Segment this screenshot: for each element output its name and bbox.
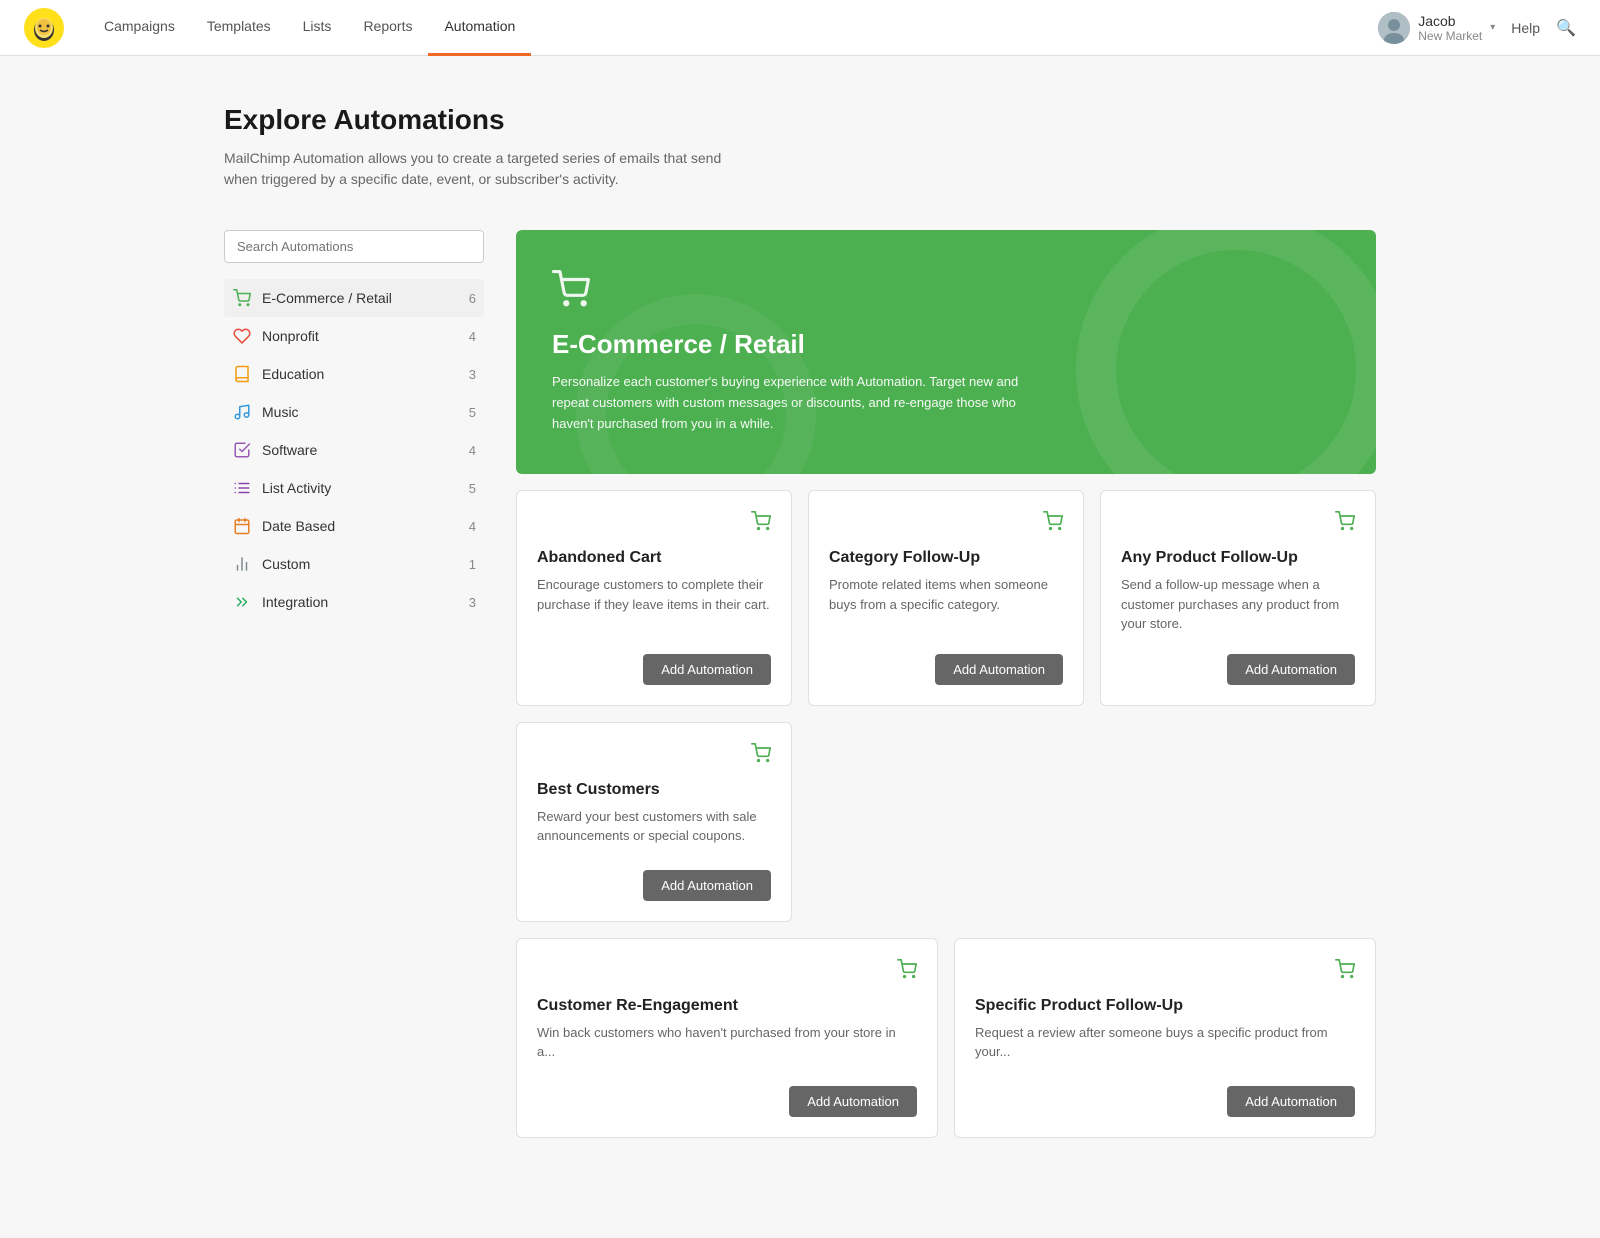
card-cart-icon-5 — [1335, 959, 1355, 985]
username: Jacob — [1418, 13, 1482, 29]
search-icon[interactable]: 🔍 — [1556, 18, 1576, 38]
add-btn-reengagement[interactable]: Add Automation — [789, 1086, 917, 1117]
card-specific-product: Specific Product Follow-Up Request a rev… — [954, 938, 1376, 1138]
card-any-product-followup: Any Product Follow-Up Send a follow-up m… — [1100, 490, 1376, 706]
sidebar-label-education: Education — [262, 366, 469, 382]
hero-title: E-Commerce / Retail — [552, 329, 1340, 360]
page-description: MailChimp Automation allows you to creat… — [224, 148, 744, 190]
add-btn-abandoned-cart[interactable]: Add Automation — [643, 654, 771, 685]
card-desc-best-customers: Reward your best customers with sale ann… — [537, 807, 771, 850]
card-title-1: Category Follow-Up — [829, 549, 1063, 567]
help-link[interactable]: Help — [1511, 20, 1540, 36]
card-desc-0: Encourage customers to complete their pu… — [537, 575, 771, 634]
sidebar-item-list-activity[interactable]: List Activity 5 — [224, 469, 484, 507]
sidebar-item-integration[interactable]: Integration 3 — [224, 583, 484, 621]
nav-automation[interactable]: Automation — [428, 0, 531, 56]
card-title-best-customers: Best Customers — [537, 781, 771, 799]
add-btn-any-product[interactable]: Add Automation — [1227, 654, 1355, 685]
card-cart-icon-2 — [1335, 511, 1355, 537]
cards-area: E-Commerce / Retail Personalize each cus… — [516, 230, 1376, 1138]
hero-description: Personalize each customer's buying exper… — [552, 372, 1032, 434]
sidebar-count-education: 3 — [469, 367, 476, 382]
sidebar-item-date-based[interactable]: Date Based 4 — [224, 507, 484, 545]
card-customer-reengagement: Customer Re-Engagement Win back customer… — [516, 938, 938, 1138]
cards-grid-row1: Abandoned Cart Encourage customers to co… — [516, 490, 1376, 706]
add-btn-specific-product[interactable]: Add Automation — [1227, 1086, 1355, 1117]
sidebar-icon-list-activity — [232, 479, 252, 497]
main-content: Explore Automations MailChimp Automation… — [200, 56, 1400, 1186]
logo[interactable] — [24, 8, 64, 48]
card-cart-icon-3 — [751, 743, 771, 769]
sidebar-count-nonprofit: 4 — [469, 329, 476, 344]
nav-lists[interactable]: Lists — [287, 0, 348, 56]
sidebar-icon-software — [232, 441, 252, 459]
card-best-customers: Best Customers Reward your best customer… — [516, 722, 792, 922]
sidebar-count-music: 5 — [469, 405, 476, 420]
sidebar-icon-date-based — [232, 517, 252, 535]
sidebar-count-integration: 3 — [469, 595, 476, 610]
user-chevron-icon: ▾ — [1490, 22, 1495, 33]
card-title-0: Abandoned Cart — [537, 549, 771, 567]
sidebar-item-custom[interactable]: Custom 1 — [224, 545, 484, 583]
card-cart-icon-1 — [1043, 511, 1063, 537]
card-title-specific-product: Specific Product Follow-Up — [975, 997, 1355, 1015]
card-cart-icon-4 — [897, 959, 917, 985]
user-menu[interactable]: Jacob New Market ▾ — [1378, 12, 1495, 44]
user-company: New Market — [1418, 29, 1482, 43]
add-btn-best-customers[interactable]: Add Automation — [643, 870, 771, 901]
sidebar-item-software[interactable]: Software 4 — [224, 431, 484, 469]
sidebar-label-integration: Integration — [262, 594, 469, 610]
sidebar-icon-integration — [232, 593, 252, 611]
sidebar-count-software: 4 — [469, 443, 476, 458]
navbar-right: Jacob New Market ▾ Help 🔍 — [1378, 12, 1576, 44]
sidebar-items-list: E-Commerce / Retail 6 Nonprofit 4 Educat… — [224, 279, 484, 621]
sidebar-count-ecommerce: 6 — [469, 291, 476, 306]
sidebar-label-custom: Custom — [262, 556, 469, 572]
sidebar-count-custom: 1 — [469, 557, 476, 572]
sidebar-item-education[interactable]: Education 3 — [224, 355, 484, 393]
user-info: Jacob New Market — [1418, 13, 1482, 43]
card-category-followup: Category Follow-Up Promote related items… — [808, 490, 1084, 706]
nav-templates[interactable]: Templates — [191, 0, 287, 56]
sidebar-label-music: Music — [262, 404, 469, 420]
navbar: Campaigns Templates Lists Reports Automa… — [0, 0, 1600, 56]
sidebar: E-Commerce / Retail 6 Nonprofit 4 Educat… — [224, 230, 484, 621]
sidebar-count-list-activity: 5 — [469, 481, 476, 496]
nav-reports[interactable]: Reports — [347, 0, 428, 56]
nav-campaigns[interactable]: Campaigns — [88, 0, 191, 56]
sidebar-label-ecommerce: E-Commerce / Retail — [262, 290, 469, 306]
sidebar-icon-ecommerce — [232, 289, 252, 307]
card-title-2: Any Product Follow-Up — [1121, 549, 1355, 567]
card-desc-1: Promote related items when someone buys … — [829, 575, 1063, 634]
search-wrap — [224, 230, 484, 263]
sidebar-icon-custom — [232, 555, 252, 573]
sidebar-icon-music — [232, 403, 252, 421]
card-abandoned-cart: Abandoned Cart Encourage customers to co… — [516, 490, 792, 706]
sidebar-item-ecommerce[interactable]: E-Commerce / Retail 6 — [224, 279, 484, 317]
sidebar-label-list-activity: List Activity — [262, 480, 469, 496]
card-desc-reengagement: Win back customers who haven't purchased… — [537, 1023, 917, 1066]
sidebar-item-nonprofit[interactable]: Nonprofit 4 — [224, 317, 484, 355]
add-btn-category-followup[interactable]: Add Automation — [935, 654, 1063, 685]
page-title: Explore Automations — [224, 104, 1376, 136]
card-desc-specific-product: Request a review after someone buys a sp… — [975, 1023, 1355, 1066]
search-input[interactable] — [224, 230, 484, 263]
sidebar-count-date-based: 4 — [469, 519, 476, 534]
avatar — [1378, 12, 1410, 44]
card-title-reengagement: Customer Re-Engagement — [537, 997, 917, 1015]
sidebar-label-nonprofit: Nonprofit — [262, 328, 469, 344]
card-cart-icon-0 — [751, 511, 771, 537]
sidebar-icon-education — [232, 365, 252, 383]
sidebar-label-date-based: Date Based — [262, 518, 469, 534]
explorer-layout: E-Commerce / Retail 6 Nonprofit 4 Educat… — [224, 230, 1376, 1138]
sidebar-item-music[interactable]: Music 5 — [224, 393, 484, 431]
hero-cart-icon — [552, 270, 1340, 317]
sidebar-icon-nonprofit — [232, 327, 252, 345]
hero-card: E-Commerce / Retail Personalize each cus… — [516, 230, 1376, 474]
sidebar-label-software: Software — [262, 442, 469, 458]
card-desc-2: Send a follow-up message when a customer… — [1121, 575, 1355, 634]
nav-links: Campaigns Templates Lists Reports Automa… — [88, 0, 1378, 56]
cards-grid-row2: Best Customers Reward your best customer… — [516, 722, 1376, 922]
cards-grid-row3: Customer Re-Engagement Win back customer… — [516, 938, 1376, 1138]
